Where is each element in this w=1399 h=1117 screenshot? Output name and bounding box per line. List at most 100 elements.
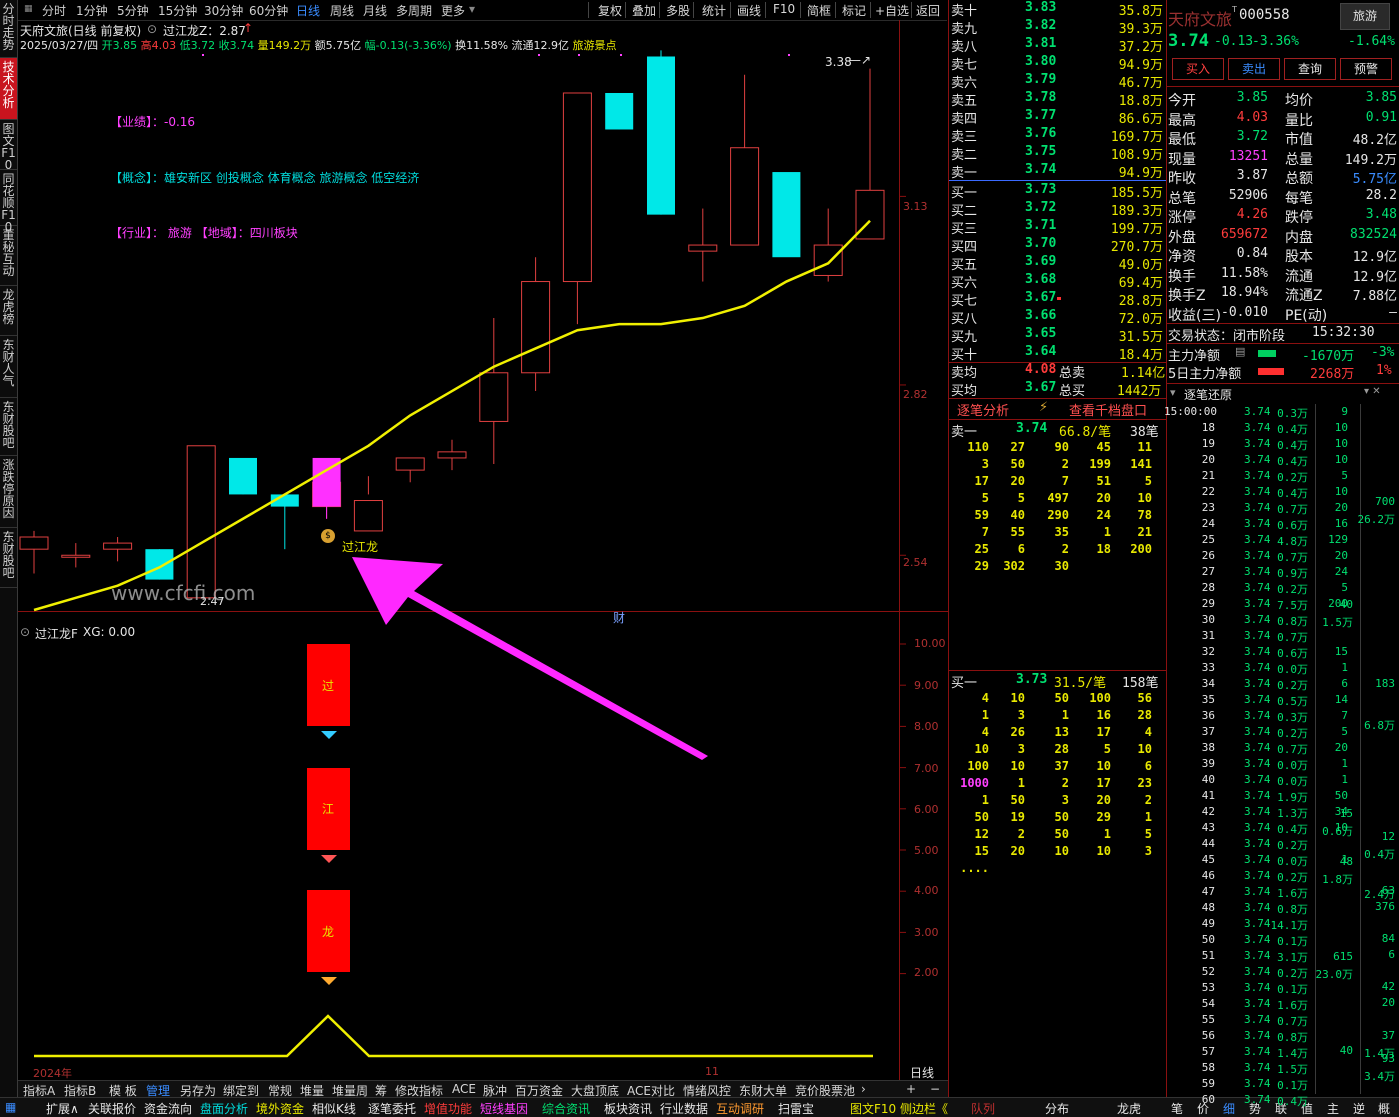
queue-cell: 10	[1010, 691, 1025, 705]
period-5min[interactable]: 5分钟	[117, 2, 149, 19]
tab-f10[interactable]: 图文F10	[0, 120, 17, 171]
bb-mine-sweeper[interactable]: 扫雷宝	[778, 1100, 814, 1117]
stat-label: 今开	[1168, 93, 1196, 109]
menu-icon[interactable]: ▦	[24, 4, 33, 14]
sell-button[interactable]: 卖出	[1228, 58, 1280, 80]
doc-icon[interactable]: ▤	[1235, 345, 1245, 358]
tab-queue[interactable]: 队列	[971, 1100, 995, 1117]
bb-foreign-fund[interactable]: 境外资金	[256, 1100, 304, 1117]
sub-tick: 5.00	[914, 844, 939, 857]
price-change-pct: -3.36%	[1252, 34, 1299, 49]
mini-tab-main[interactable]: 主	[1327, 1100, 1339, 1117]
more-dropdown-icon[interactable]: ▾	[469, 2, 475, 16]
zoom-out-icon[interactable]: −	[930, 1082, 940, 1096]
tick-menu-icon[interactable]: ▾ ✕	[1364, 386, 1381, 397]
concept-label: 【概念】：	[110, 171, 165, 185]
grid	[899, 195, 906, 556]
tick-count: 20	[1334, 741, 1348, 754]
back-button[interactable]: 返回	[916, 2, 940, 19]
alert-button[interactable]: 预警	[1340, 58, 1392, 80]
sector-badge[interactable]: 旅游	[1340, 3, 1390, 30]
simple-frame-button[interactable]: 简框	[807, 2, 831, 19]
buy-button[interactable]: 买入	[1172, 58, 1224, 80]
tick-analysis-button[interactable]: 逐笔分析	[957, 400, 1009, 419]
sub-settings-icon[interactable]: ⊙	[20, 625, 30, 639]
tab-board-sec[interactable]: 董秘互动	[0, 226, 17, 286]
depth-view-button[interactable]: 查看千档盘口	[1069, 400, 1147, 419]
period-weekly[interactable]: 周线	[330, 2, 354, 19]
mini-tab-stroke[interactable]: 笔	[1171, 1100, 1183, 1117]
overlay-button[interactable]: 叠加	[632, 2, 656, 19]
stats-button[interactable]: 统计	[702, 2, 726, 19]
stat-label: 量比	[1285, 112, 1313, 129]
mini-tab-concept[interactable]: 概	[1378, 1100, 1390, 1117]
bb-value-added[interactable]: 增值功能	[424, 1100, 472, 1117]
period-60min[interactable]: 60分钟	[249, 2, 288, 19]
bb-short-gene[interactable]: 短线基因	[480, 1100, 528, 1117]
tab-guba-2[interactable]: 东财股吧	[0, 528, 17, 588]
bid-price: 3.65	[1025, 326, 1057, 341]
bb-order-detail[interactable]: 逐笔委托	[368, 1100, 416, 1117]
multi-stock-button[interactable]: 多股	[666, 2, 690, 19]
tab-guba[interactable]: 东财股吧	[0, 398, 17, 456]
tab-limit-reason[interactable]: 涨跌停原因	[0, 456, 17, 528]
period-30min[interactable]: 30分钟	[204, 2, 243, 19]
signal-candle	[312, 457, 341, 519]
tab-technical[interactable]: 技术分析	[0, 58, 17, 120]
tick-time: 52	[1201, 965, 1215, 978]
bb-sector-news[interactable]: 板块资讯	[604, 1100, 652, 1117]
zoom-in-icon[interactable]: +	[906, 1082, 916, 1096]
adjust-button[interactable]: 复权	[598, 2, 622, 19]
bb-sidebar[interactable]: 侧边栏《	[900, 1100, 948, 1117]
mark-button[interactable]: 标记	[842, 2, 866, 19]
add-watchlist-button[interactable]: +自选	[875, 2, 909, 19]
tab-popularity[interactable]: 东财人气	[0, 336, 17, 398]
bb-f10[interactable]: 图文F10	[850, 1100, 896, 1117]
bb-news[interactable]: 综合资讯	[542, 1100, 590, 1117]
agg-count: 93	[1381, 1052, 1395, 1065]
candle	[395, 457, 425, 483]
tab-dragon[interactable]: 龙虎	[1117, 1100, 1141, 1117]
bid-volume: 185.5万	[1110, 186, 1163, 201]
bb-industry-data[interactable]: 行业数据	[660, 1100, 708, 1117]
bb-similar-kline[interactable]: 相似K线	[312, 1100, 356, 1117]
tick-volume: 0.4万	[1277, 455, 1308, 468]
query-button[interactable]: 查询	[1284, 58, 1336, 80]
bb-market-analysis[interactable]: 盘面分析	[200, 1100, 248, 1117]
period-minute[interactable]: 分时	[42, 2, 66, 19]
bb-related-quote[interactable]: 关联报价	[88, 1100, 136, 1117]
bb-fund-flow[interactable]: 资金流向	[144, 1100, 192, 1117]
period-multi[interactable]: 多周期	[396, 2, 432, 19]
settings-icon[interactable]: ⊙	[147, 22, 157, 36]
queue-cell: 5	[1144, 474, 1152, 488]
candle	[353, 476, 383, 532]
queue-cell: 10	[1096, 844, 1111, 858]
tab-ths-f10[interactable]: 同花顺F10	[0, 170, 17, 233]
queue-cell: 6	[1017, 542, 1025, 556]
stat-value: 12.9亿	[1352, 250, 1397, 265]
queue-cell: 1	[1017, 776, 1025, 790]
period-monthly[interactable]: 月线	[363, 2, 387, 19]
period-1min[interactable]: 1分钟	[76, 2, 108, 19]
period-daily[interactable]: 日线	[296, 2, 320, 19]
mini-tab-detail[interactable]: 细	[1223, 1100, 1235, 1117]
tick-collapse-icon[interactable]: ▾	[1170, 386, 1176, 399]
bid-label: 买八	[951, 312, 978, 327]
kline-chart-area[interactable]: 天府文旅(日线 前复权) ⊙ 过江龙Z：2.87 ↑ 2025/03/27/四 …	[18, 20, 948, 1080]
bb-expand[interactable]: 扩展∧	[46, 1100, 79, 1117]
tick-price: 3.74	[1244, 421, 1271, 434]
tab-minute[interactable]: 分时走势	[0, 0, 17, 58]
draw-button[interactable]: 画线	[737, 2, 761, 19]
tabs-next-icon[interactable]: ›	[861, 1082, 866, 1096]
bb-interaction[interactable]: 互动调研	[716, 1100, 764, 1117]
period-15min[interactable]: 15分钟	[158, 2, 197, 19]
tab-distribution[interactable]: 分布	[1045, 1100, 1069, 1117]
period-more[interactable]: 更多	[441, 2, 465, 19]
sub-title: 过江龙F	[35, 627, 78, 641]
f10-button[interactable]: F10	[773, 2, 795, 16]
tab-dragon-tiger[interactable]: 龙虎榜	[0, 286, 17, 336]
queue-cell: 28	[1137, 708, 1152, 722]
bottom-grid-icon[interactable]: ▦	[5, 1100, 16, 1114]
tab-ace[interactable]: ACE	[452, 1082, 476, 1096]
mini-tab-reverse[interactable]: 逆	[1353, 1100, 1365, 1117]
